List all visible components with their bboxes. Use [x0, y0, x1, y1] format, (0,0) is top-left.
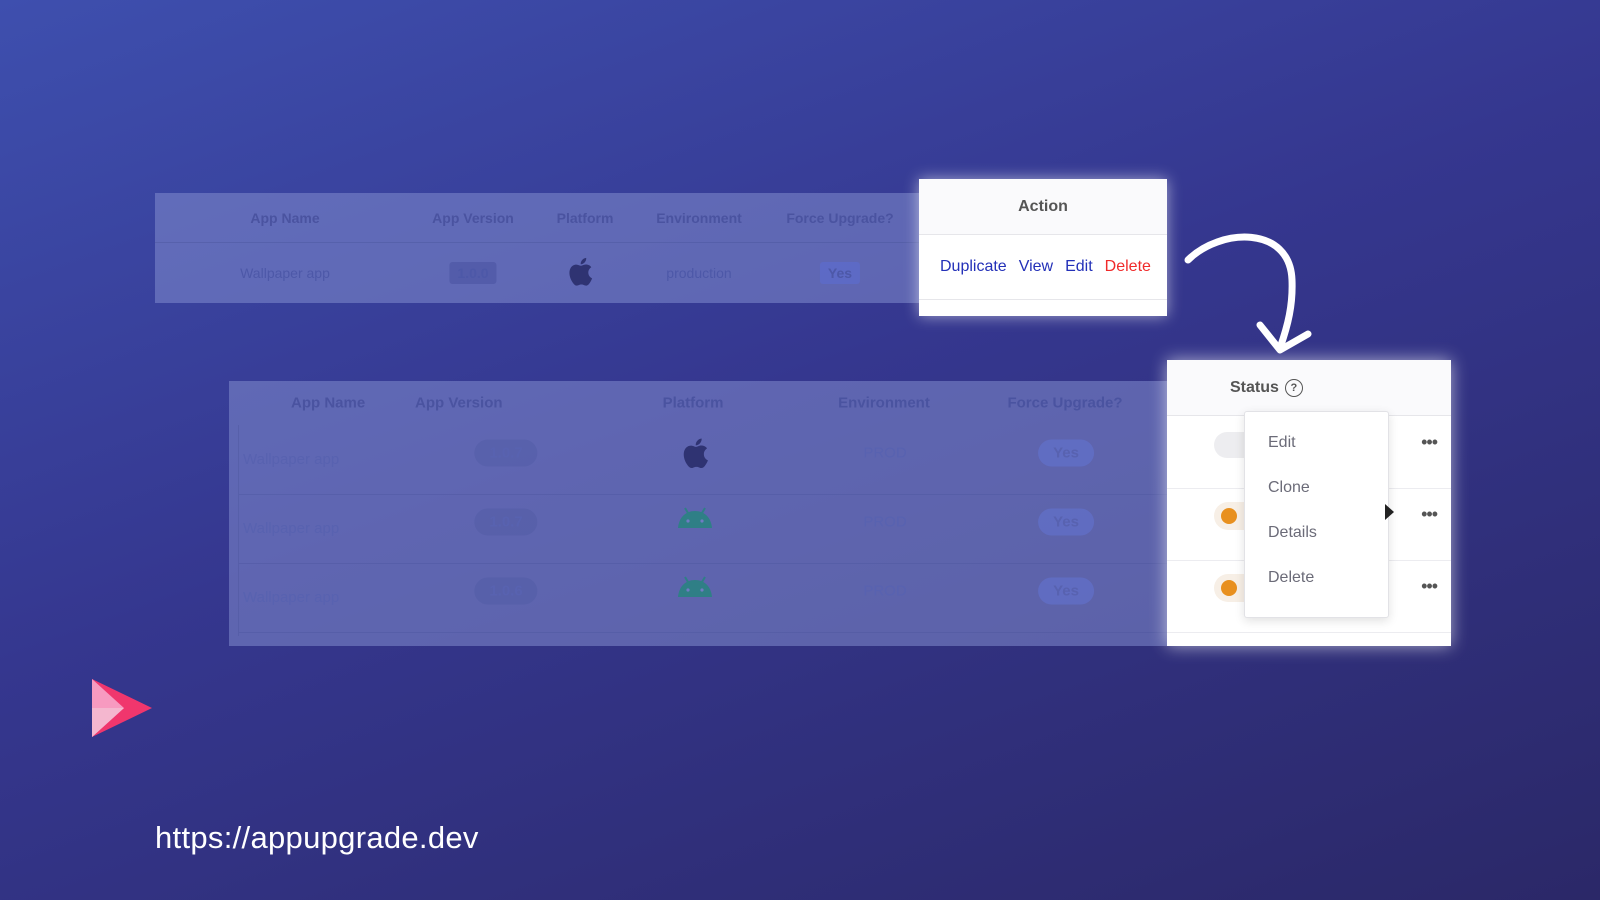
website-url[interactable]: https://appupgrade.dev — [155, 820, 479, 856]
apple-icon — [681, 437, 709, 473]
new-version-table: App Name App Version Platform Environmen… — [229, 381, 1167, 646]
version-badge: 1.0.6 — [474, 577, 538, 605]
old-table-header: App Name App Version Platform Environmen… — [155, 193, 920, 243]
header-environment: Environment — [838, 394, 930, 412]
environment: PROD — [863, 582, 907, 600]
delete-link[interactable]: Delete — [1105, 258, 1151, 276]
table-row: Wallpaper app 1.0.7 PROD Yes — [239, 494, 1167, 564]
table-row: Wallpaper app 1.0.7 PROD Yes — [239, 425, 1167, 495]
old-version-table: App Name App Version Platform Environmen… — [155, 193, 920, 303]
menu-item-delete[interactable]: Delete — [1245, 555, 1388, 600]
header-force-upgrade: Force Upgrade? — [1007, 394, 1123, 412]
row-actions-menu: Edit Clone Details Delete — [1244, 411, 1389, 618]
action-links: Duplicate View Edit Delete — [919, 235, 1167, 300]
edit-link[interactable]: Edit — [1065, 258, 1093, 276]
force-upgrade-badge: Yes — [1038, 508, 1094, 536]
menu-item-clone[interactable]: Clone — [1245, 465, 1388, 510]
more-horizontal-icon[interactable]: ••• — [1421, 576, 1438, 597]
status-dot — [1221, 508, 1237, 524]
environment: PROD — [863, 444, 907, 462]
view-link[interactable]: View — [1019, 258, 1053, 276]
table-row: Wallpaper app 1.0.0 production Yes — [155, 242, 920, 303]
header-platform: Platform — [662, 394, 724, 412]
apple-icon — [567, 256, 593, 289]
version-badge: 1.0.7 — [474, 508, 538, 536]
header-app-name: App Name — [250, 209, 320, 226]
version-badge: 1.0.7 — [474, 439, 538, 467]
header-app-version: App Version — [432, 209, 514, 226]
duplicate-link[interactable]: Duplicate — [940, 258, 1007, 276]
new-table-header: App Name App Version Platform Environmen… — [229, 381, 1167, 425]
new-table-body: Wallpaper app 1.0.7 PROD Yes Wallpaper a… — [238, 425, 1167, 636]
force-upgrade-badge: Yes — [1038, 577, 1094, 605]
header-app-version: App Version — [415, 394, 503, 412]
curved-arrow-icon — [1184, 233, 1312, 354]
android-icon — [676, 576, 714, 602]
header-force-upgrade: Force Upgrade? — [786, 209, 894, 226]
mouse-cursor-icon — [1385, 504, 1394, 520]
environment: PROD — [863, 513, 907, 531]
app-name: Wallpaper app — [243, 589, 340, 606]
play-logo-icon — [92, 679, 152, 737]
action-card: Action Duplicate View Edit Delete — [919, 179, 1167, 316]
more-horizontal-icon[interactable]: ••• — [1421, 504, 1438, 525]
more-horizontal-icon[interactable]: ••• — [1421, 432, 1438, 453]
status-dot — [1221, 580, 1237, 596]
action-header: Action — [919, 179, 1167, 235]
header-app-name: App Name — [291, 394, 366, 412]
app-name: Wallpaper app — [240, 264, 330, 281]
menu-item-details[interactable]: Details — [1245, 510, 1388, 555]
header-environment: Environment — [656, 209, 742, 226]
app-name: Wallpaper app — [243, 451, 340, 468]
table-row: Wallpaper app 1.0.6 PROD Yes — [239, 563, 1167, 633]
question-circle-icon[interactable]: ? — [1284, 378, 1303, 397]
environment: production — [666, 264, 732, 281]
version-badge: 1.0.0 — [449, 261, 497, 284]
status-title: Status — [1230, 378, 1279, 396]
menu-item-edit[interactable]: Edit — [1245, 420, 1388, 465]
app-name: Wallpaper app — [243, 520, 340, 537]
android-icon — [676, 507, 714, 533]
force-upgrade-badge: Yes — [819, 261, 861, 284]
force-upgrade-badge: Yes — [1038, 439, 1094, 467]
header-platform: Platform — [556, 209, 614, 226]
status-header: Status ? — [1167, 360, 1451, 416]
